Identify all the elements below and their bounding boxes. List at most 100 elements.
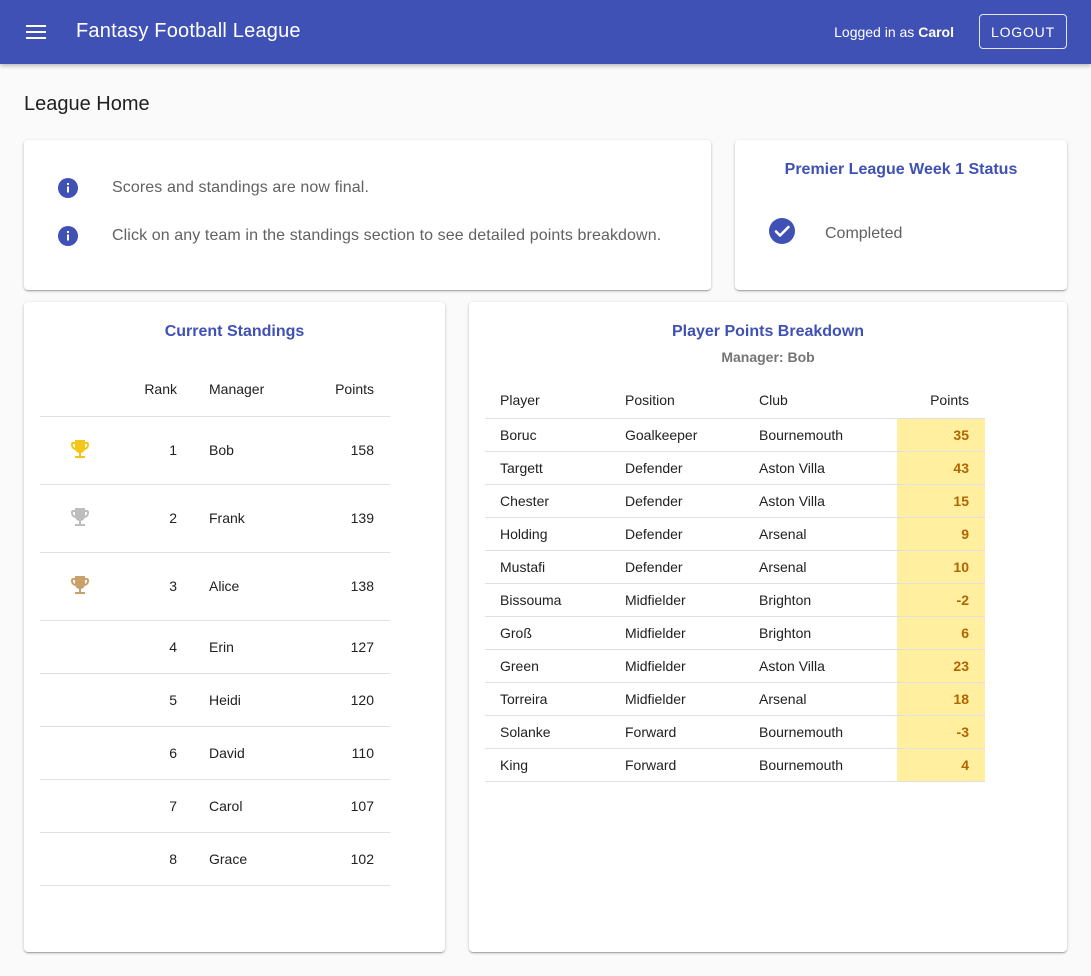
manager-cell: Carol	[193, 779, 293, 833]
page-title: League Home	[24, 93, 150, 115]
manager-column-header: Manager	[193, 362, 293, 417]
breakdown-row: Boruc Goalkeeper Bournemouth 35	[485, 418, 985, 452]
position-cell: Defender	[610, 451, 744, 485]
points-cell: 120	[293, 673, 390, 727]
position-cell: Midfielder	[610, 682, 744, 716]
trophy-cell	[40, 620, 120, 674]
week-status-card: Premier League Week 1 Status Completed	[735, 140, 1067, 290]
player-points-cell: -2	[897, 583, 985, 617]
position-cell: Forward	[610, 715, 744, 749]
info-message: Scores and standings are now final.	[56, 176, 369, 200]
rank-cell: 5	[120, 673, 193, 727]
player-cell: Solanke	[485, 715, 610, 749]
trophy-cell	[40, 416, 120, 485]
rank-cell: 1	[120, 416, 193, 485]
standings-row[interactable]: 7 Carol 107	[40, 779, 390, 833]
club-cell: Bournemouth	[744, 715, 897, 749]
info-message-text: Scores and standings are now final.	[112, 179, 369, 196]
club-cell: Brighton	[744, 616, 897, 650]
manager-cell: Heidi	[193, 673, 293, 727]
info-icon	[56, 176, 80, 200]
app-bar: Fantasy Football League Logged in as Car…	[0, 0, 1091, 64]
trophy-cell	[40, 484, 120, 553]
week-status-text: Completed	[825, 224, 903, 242]
breakdown-row: Groß Midfielder Brighton 6	[485, 616, 985, 650]
points-breakdown-table: Player Position Club Points Boruc Goalkee…	[485, 383, 985, 782]
menu-button[interactable]	[18, 14, 54, 50]
logout-button[interactable]: LOGOUT	[979, 14, 1067, 49]
club-column-header: Club	[744, 383, 897, 419]
standings-row[interactable]: 8 Grace 102	[40, 832, 390, 886]
position-cell: Midfielder	[610, 583, 744, 617]
points-cell: 107	[293, 779, 390, 833]
breakdown-header-row: Player Position Club Points	[485, 383, 985, 419]
position-cell: Forward	[610, 748, 744, 782]
player-points-cell: 9	[897, 517, 985, 551]
trophy-silver-icon	[71, 507, 89, 526]
manager-cell: Frank	[193, 484, 293, 553]
position-cell: Midfielder	[610, 649, 744, 683]
position-cell: Defender	[610, 550, 744, 584]
rank-cell: 4	[120, 620, 193, 674]
trophy-column-header	[40, 362, 120, 417]
standings-row[interactable]: 5 Heidi 120	[40, 673, 390, 727]
rank-cell: 7	[120, 779, 193, 833]
logged-in-user: Carol	[918, 24, 954, 40]
breakdown-row: King Forward Bournemouth 4	[485, 748, 985, 782]
position-cell: Midfielder	[610, 616, 744, 650]
player-points-cell: -3	[897, 715, 985, 749]
rank-column-header: Rank	[120, 362, 193, 417]
player-cell: Holding	[485, 517, 610, 551]
player-points-cell: 23	[897, 649, 985, 683]
breakdown-row: Torreira Midfielder Arsenal 18	[485, 682, 985, 716]
standings-row[interactable]: 3 Alice 138	[40, 552, 390, 621]
club-cell: Arsenal	[744, 550, 897, 584]
club-cell: Arsenal	[744, 682, 897, 716]
trophy-cell	[40, 832, 120, 886]
standings-row[interactable]: 1 Bob 158	[40, 416, 390, 485]
club-cell: Aston Villa	[744, 649, 897, 683]
breakdown-heading: Player Points Breakdown	[671, 323, 865, 340]
club-cell: Bournemouth	[744, 418, 897, 452]
player-points-cell: 18	[897, 682, 985, 716]
trophy-bronze-icon	[71, 575, 89, 594]
rank-cell: 3	[120, 552, 193, 621]
points-cell: 138	[293, 552, 390, 621]
player-points-cell: 10	[897, 550, 985, 584]
player-cell: King	[485, 748, 610, 782]
standings-heading: Current Standings	[164, 323, 305, 340]
info-message: Click on any team in the standings secti…	[56, 224, 661, 248]
standings-row[interactable]: 2 Frank 139	[40, 484, 390, 553]
player-points-cell: 43	[897, 451, 985, 485]
rank-cell: 6	[120, 726, 193, 780]
menu-icon	[26, 25, 46, 39]
breakdown-row: Green Midfielder Aston Villa 23	[485, 649, 985, 683]
player-column-header: Player	[485, 383, 610, 419]
rank-cell: 8	[120, 832, 193, 886]
info-icon	[56, 224, 80, 248]
manager-cell: David	[193, 726, 293, 780]
check-circle-icon	[769, 218, 795, 249]
info-message-text: Click on any team in the standings secti…	[112, 227, 662, 244]
points-breakdown-card: Player Points Breakdown Manager: Bob Pla…	[469, 302, 1067, 952]
position-cell: Defender	[610, 484, 744, 518]
standings-row[interactable]: 4 Erin 127	[40, 620, 390, 674]
club-cell: Aston Villa	[744, 451, 897, 485]
breakdown-row: Chester Defender Aston Villa 15	[485, 484, 985, 518]
trophy-cell	[40, 726, 120, 780]
player-cell: Torreira	[485, 682, 610, 716]
points-column-header: Points	[897, 383, 985, 419]
player-cell: Bissouma	[485, 583, 610, 617]
breakdown-row: Bissouma Midfielder Brighton -2	[485, 583, 985, 617]
manager-cell: Erin	[193, 620, 293, 674]
week-status: Completed	[769, 218, 902, 249]
player-cell: Boruc	[485, 418, 610, 452]
player-points-cell: 15	[897, 484, 985, 518]
player-cell: Targett	[485, 451, 610, 485]
info-card: Scores and standings are now final. Clic…	[24, 140, 711, 290]
position-cell: Defender	[610, 517, 744, 551]
standings-row[interactable]: 6 David 110	[40, 726, 390, 780]
points-cell: 139	[293, 484, 390, 553]
breakdown-row: Solanke Forward Bournemouth -3	[485, 715, 985, 749]
position-column-header: Position	[610, 383, 744, 419]
